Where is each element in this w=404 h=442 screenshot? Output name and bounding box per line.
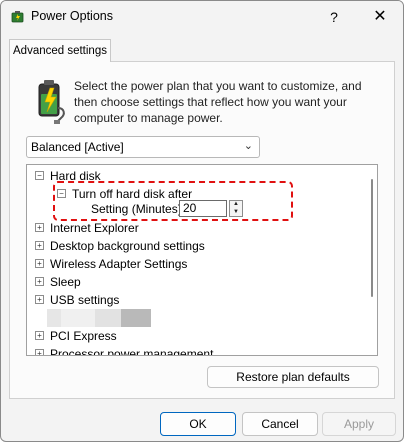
restore-plan-defaults-button[interactable]: Restore plan defaults [207,366,379,388]
title-bar: Power Options ? ✕ [1,1,403,33]
expand-icon[interactable]: + [35,223,44,233]
ok-button[interactable]: OK [160,412,236,436]
highlight-box [53,181,293,221]
chevron-down-icon: ⌄ [243,140,253,152]
window-title: Power Options [31,9,113,23]
tree-item-processor-power[interactable]: + Processor power management [35,345,214,356]
tree-item-internet-explorer[interactable]: + Internet Explorer [35,219,139,237]
power-options-window: Power Options ? ✕ Advanced settings Sele… [0,0,404,442]
help-button[interactable]: ? [321,5,347,29]
collapse-icon[interactable]: − [35,171,44,181]
cancel-button[interactable]: Cancel [242,412,318,436]
tree-item-label: Internet Explorer [50,221,139,235]
settings-tree[interactable]: − Hard disk − Turn off hard disk after Set… [26,164,378,356]
tree-item-label: PCI Express [50,329,117,343]
expand-icon[interactable]: + [35,349,44,355]
tree-scrollbar[interactable] [371,179,373,297]
tree-item-sleep[interactable]: + Sleep [35,273,81,291]
tree-item-wireless-adapter[interactable]: + Wireless Adapter Settings [35,255,187,273]
expand-icon[interactable]: + [35,241,44,251]
expand-icon[interactable]: + [35,331,44,341]
expand-icon[interactable]: + [35,259,44,269]
battery-icon [38,80,65,124]
tree-item-desktop-background[interactable]: + Desktop background settings [35,237,205,255]
apply-button[interactable]: Apply [322,412,396,436]
close-button[interactable]: ✕ [365,5,395,29]
power-plan-dropdown[interactable]: Balanced [Active] ⌄ [26,136,260,158]
tab-advanced-settings[interactable]: Advanced settings [9,39,111,62]
tree-item-usb-settings[interactable]: + USB settings [35,291,119,309]
expand-icon[interactable]: + [35,295,44,305]
expand-icon[interactable]: + [35,277,44,287]
power-plan-value: Balanced [Active] [31,140,124,154]
redacted-tree-item [47,309,151,327]
tree-item-pci-express[interactable]: + PCI Express [35,327,117,345]
tree-item-label: Sleep [50,275,81,289]
tree-item-label: Wireless Adapter Settings [50,257,188,271]
tree-item-label: USB settings [50,293,120,307]
description-text: Select the power plan that you want to c… [74,79,362,125]
tree-item-label: Desktop background settings [50,239,205,253]
power-options-icon [11,11,24,23]
tree-item-label: Processor power management [50,347,214,356]
advanced-settings-panel: Select the power plan that you want to c… [9,61,395,399]
